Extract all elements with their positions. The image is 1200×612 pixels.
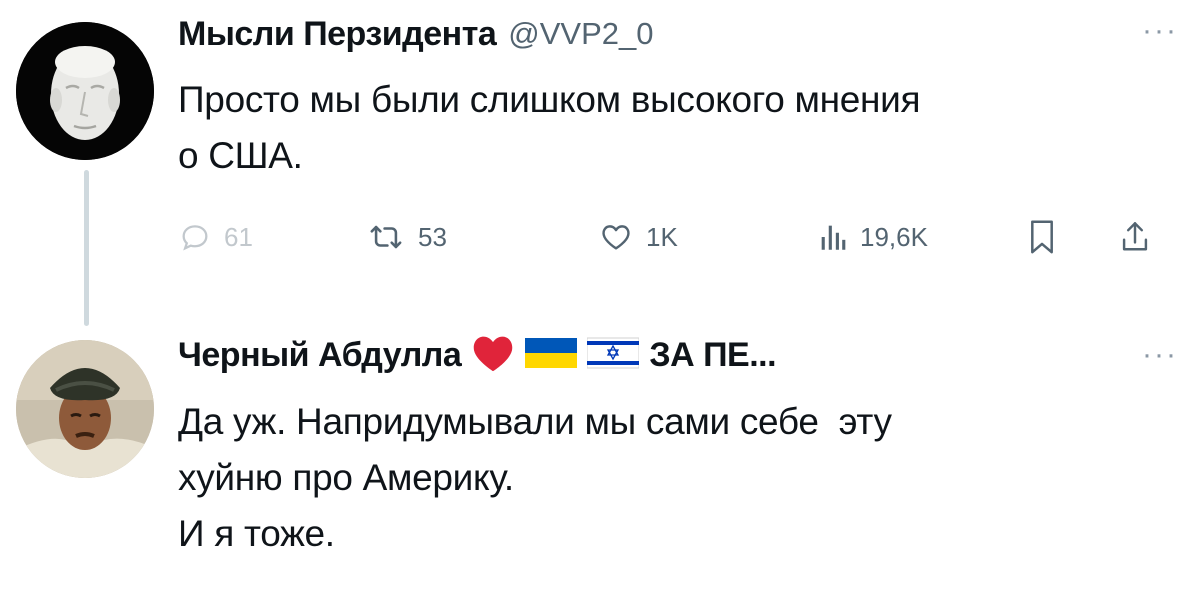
retweet-icon	[370, 225, 402, 249]
views-count: 19,6K	[860, 221, 928, 252]
tweet-text: Да уж. Напридумывали мы сами себе эту ху…	[178, 394, 1178, 562]
tweet-1[interactable]: Мысли Перзидента @VVP2_0 ··· Просто мы б…	[0, 0, 1200, 326]
tweet-text-line: И я тоже.	[178, 513, 335, 554]
bookmark-icon	[1031, 220, 1053, 254]
flag-israel-icon	[586, 336, 640, 375]
more-options-icon[interactable]: ···	[1142, 14, 1178, 48]
reply-button[interactable]: 61	[178, 212, 253, 262]
reply-icon	[182, 225, 208, 251]
tweet-2[interactable]: Черный Абдулла ЗА ПЕ... ··· Да уж. Напри…	[0, 320, 1200, 612]
author-name[interactable]: Черный Абдулла	[178, 336, 462, 375]
share-upload-icon	[1122, 222, 1148, 251]
author-name-suffix[interactable]: ЗА ПЕ...	[649, 336, 776, 375]
share-button[interactable]	[1120, 212, 1150, 262]
tweet-text-line: хуйню про Америку.	[178, 457, 514, 498]
views-bar-chart-icon	[821, 225, 846, 250]
thread-connector-line	[84, 170, 89, 326]
reply-count: 61	[224, 221, 253, 252]
avatar-man-turban[interactable]	[16, 340, 154, 478]
views-button[interactable]: 19,6K	[818, 212, 928, 262]
tweet-text-line: о США.	[178, 135, 303, 176]
heart-outline-icon	[602, 225, 630, 250]
tweet-header: Черный Абдулла ЗА ПЕ...	[178, 333, 777, 378]
tweet-text-line: Да уж. Напридумывали мы сами себе эту	[178, 401, 892, 442]
like-button[interactable]: 1K	[598, 212, 678, 262]
tweet-header: Мысли Перзидента @VVP2_0	[178, 12, 654, 56]
author-handle[interactable]: @VVP2_0	[508, 16, 653, 52]
more-options-icon[interactable]: ···	[1142, 338, 1178, 372]
tweet-actions-bar: 61 53 1K 19,6K	[178, 212, 1178, 262]
flag-ukraine-icon	[525, 336, 578, 375]
author-name[interactable]: Мысли Перзидента	[178, 15, 497, 54]
retweet-button[interactable]: 53	[366, 212, 447, 262]
retweet-count: 53	[418, 221, 447, 252]
like-count: 1K	[646, 221, 678, 252]
tweet-text-line: Просто мы были слишком высокого мнения	[178, 79, 921, 120]
avatar-white-mask[interactable]	[16, 22, 154, 160]
bookmark-button[interactable]	[1028, 212, 1056, 262]
tweet-text: Просто мы были слишком высокого мнения о…	[178, 72, 1178, 184]
red-heart-icon	[471, 333, 515, 378]
